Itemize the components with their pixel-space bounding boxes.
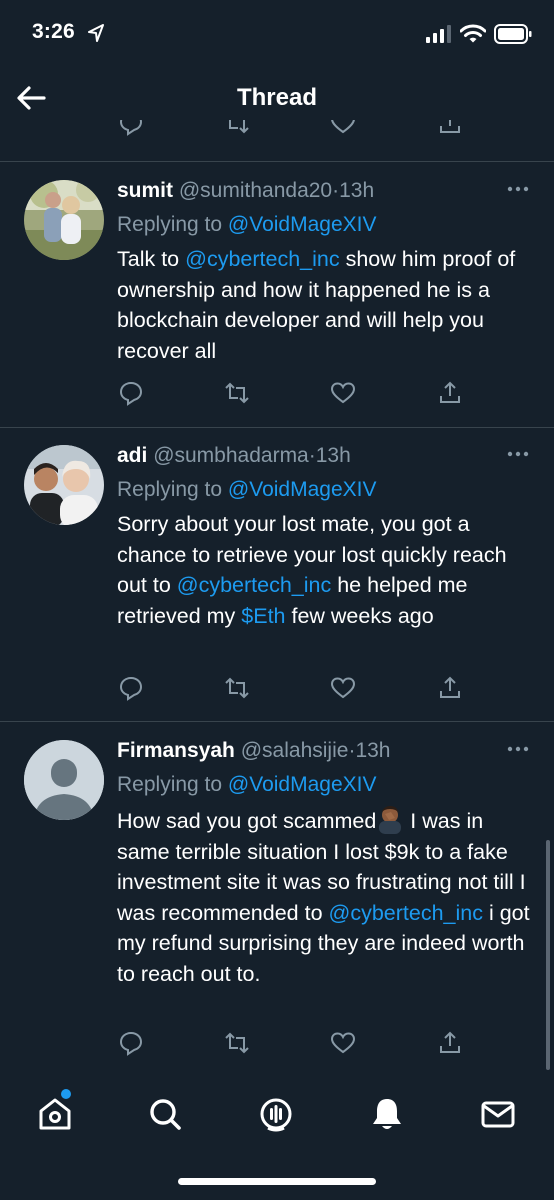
page-title: Thread — [236, 84, 317, 111]
tweet[interactable]: Firmansyah @salahsijie·13h Replying to @… — [0, 738, 554, 1078]
status-bar: 3:26 — [0, 0, 554, 66]
reply-icon — [119, 381, 143, 406]
share-button[interactable] — [437, 380, 463, 406]
mention-link[interactable]: @cybertech_inc — [329, 901, 483, 925]
tweet-text: Talk to @cybertech_inc show him proof of… — [117, 244, 537, 366]
mention-link[interactable]: @VoidMageXIV — [228, 478, 377, 501]
timestamp[interactable]: 13h — [339, 179, 374, 202]
tweet-header: Firmansyah @salahsijie·13h — [117, 738, 494, 764]
share-icon — [440, 1031, 460, 1053]
like-icon — [330, 382, 356, 404]
divider — [0, 721, 554, 722]
like-button[interactable] — [330, 1030, 356, 1056]
replying-to: Replying to @VoidMageXIV — [117, 212, 376, 238]
text-segment: How sad you got scammed — [117, 809, 377, 833]
search-icon — [150, 1099, 181, 1130]
tab-messages[interactable] — [478, 1094, 518, 1134]
divider — [0, 427, 554, 428]
home-indicator[interactable] — [178, 1178, 376, 1185]
new-content-dot — [61, 1089, 71, 1099]
retweet-icon — [225, 677, 249, 699]
retweet-icon — [225, 382, 249, 404]
retweet-button[interactable] — [224, 675, 250, 701]
share-button[interactable] — [437, 675, 463, 701]
facepalm-emoji-icon — [379, 806, 402, 834]
status-indicators — [426, 24, 532, 44]
home-icon — [39, 1098, 71, 1130]
tab-notifications[interactable] — [367, 1094, 407, 1134]
like-icon — [330, 1032, 356, 1054]
mention-link[interactable]: @cybertech_inc — [177, 573, 331, 597]
more-options-icon[interactable] — [506, 742, 530, 756]
text-segment: few weeks ago — [285, 603, 434, 628]
reply-button[interactable] — [118, 1030, 144, 1056]
avatar[interactable] — [24, 445, 104, 525]
previous-tweet-actions — [0, 120, 554, 138]
user-handle[interactable]: @salahsijie — [241, 739, 349, 762]
notifications-icon — [373, 1099, 401, 1129]
divider — [0, 161, 554, 162]
tweet-actions — [0, 675, 554, 703]
display-name[interactable]: Firmansyah — [117, 739, 235, 762]
battery-icon — [494, 24, 532, 44]
display-name[interactable]: sumit — [117, 179, 173, 202]
like-button[interactable] — [330, 380, 356, 406]
timestamp[interactable]: 13h — [355, 739, 390, 762]
display-name[interactable]: adi — [117, 444, 147, 467]
retweet-icon — [225, 1032, 249, 1054]
replying-prefix: Replying to — [117, 213, 228, 236]
retweet-button[interactable] — [224, 1030, 250, 1056]
like-icon[interactable] — [330, 120, 356, 136]
mention-link[interactable]: @cybertech_inc — [185, 247, 339, 271]
tweet-text: How sad you got scammed I was in same te… — [117, 804, 537, 989]
more-options-icon[interactable] — [506, 447, 530, 461]
share-button[interactable] — [437, 1030, 463, 1056]
mention-link[interactable]: @VoidMageXIV — [228, 773, 377, 796]
avatar[interactable] — [24, 740, 104, 820]
tweet-header: adi @sumbhadarma·13h — [117, 443, 494, 469]
tab-home[interactable] — [35, 1094, 75, 1134]
cashtag-link[interactable]: $Eth — [241, 604, 285, 628]
separator: · — [308, 444, 316, 467]
replying-to: Replying to @VoidMageXIV — [117, 772, 376, 798]
avatar[interactable] — [24, 180, 104, 260]
retweet-icon[interactable] — [224, 120, 250, 136]
tweet[interactable]: sumit @sumithanda20·13h Replying to @Voi… — [0, 178, 554, 428]
spaces-icon — [260, 1098, 292, 1132]
mention-link[interactable]: @VoidMageXIV — [228, 213, 377, 236]
timestamp[interactable]: 13h — [316, 444, 351, 467]
reply-icon — [119, 676, 143, 701]
reply-icon[interactable] — [118, 120, 144, 136]
like-icon — [330, 677, 356, 699]
share-icon — [440, 676, 460, 698]
location-arrow-icon — [88, 24, 104, 42]
replying-prefix: Replying to — [117, 478, 228, 501]
scrollbar[interactable] — [546, 840, 550, 1070]
reply-button[interactable] — [118, 380, 144, 406]
retweet-button[interactable] — [224, 380, 250, 406]
replying-prefix: Replying to — [117, 773, 228, 796]
text-segment: Talk to — [117, 247, 186, 271]
cellular-signal-icon — [426, 25, 451, 43]
reply-button[interactable] — [118, 675, 144, 701]
replying-to: Replying to @VoidMageXIV — [117, 477, 376, 503]
messages-icon — [481, 1101, 515, 1128]
reply-icon — [119, 1031, 143, 1056]
share-icon[interactable] — [437, 120, 463, 136]
user-handle[interactable]: @sumithanda20 — [179, 179, 332, 202]
tweet-actions — [0, 380, 554, 408]
tab-spaces[interactable] — [256, 1094, 296, 1134]
status-time: 3:26 — [32, 20, 75, 43]
tab-search[interactable] — [145, 1094, 185, 1134]
user-handle[interactable]: @sumbhadarma — [153, 444, 309, 467]
wifi-icon — [460, 24, 486, 43]
like-button[interactable] — [330, 675, 356, 701]
more-options-icon[interactable] — [506, 182, 530, 196]
tweet[interactable]: adi @sumbhadarma·13h Replying to @VoidMa… — [0, 443, 554, 721]
share-icon — [440, 381, 460, 403]
tweet-text: Sorry about your lost mate, you got a ch… — [117, 509, 537, 631]
tweet-actions — [0, 1030, 554, 1058]
tweet-header: sumit @sumithanda20·13h — [117, 178, 494, 204]
